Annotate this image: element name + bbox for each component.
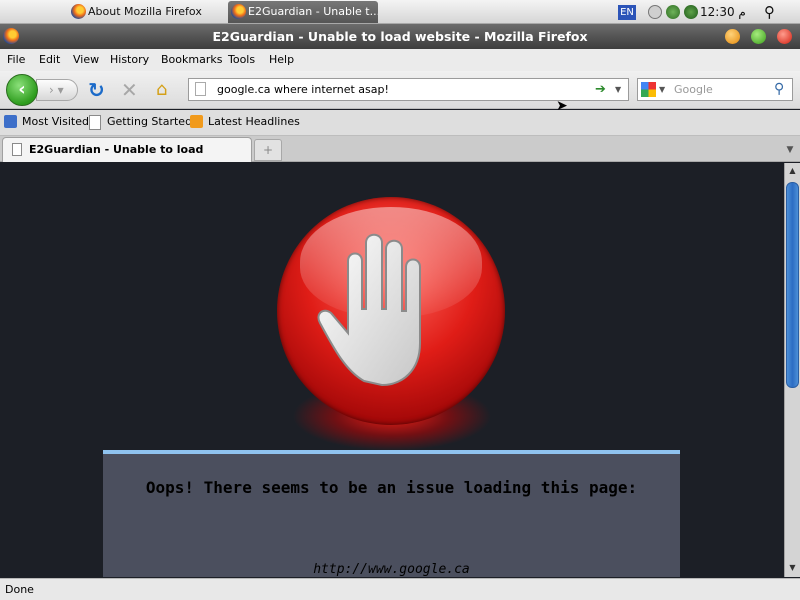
scroll-down-icon[interactable]: ▼ [785, 560, 800, 576]
bookmark-label: Latest Headlines [208, 115, 300, 128]
search-magnifier-icon[interactable]: ⚲ [774, 79, 784, 100]
page-icon [12, 143, 22, 156]
blocked-url[interactable]: http://www.google.ca [103, 562, 680, 577]
menu-edit[interactable]: Edit [39, 49, 60, 71]
bookmark-label: Getting Started [107, 115, 193, 128]
tab-strip: E2Guardian - Unable to load website + ▼ [0, 136, 800, 179]
firefox-icon [3, 28, 19, 44]
search-engine-dropdown-icon[interactable]: ▼ [659, 79, 665, 100]
go-arrow-icon[interactable]: ➔ [595, 79, 606, 100]
reload-icon: ↻ [88, 78, 105, 102]
language-indicator[interactable]: EN [618, 5, 636, 20]
google-icon[interactable] [641, 82, 656, 97]
error-message: Oops! There seems to be an issue loading… [145, 478, 638, 497]
url-text[interactable]: google.ca where internet asap! [217, 79, 389, 100]
stop-button[interactable]: ✕ [121, 80, 143, 100]
tab-e2guardian[interactable]: E2Guardian - Unable to load website [2, 137, 252, 179]
new-tab-button[interactable]: + [254, 139, 282, 161]
system-tab-about-firefox[interactable]: About Mozilla Firefox [68, 1, 220, 23]
bookmark-latest-headlines[interactable]: Latest Headlines [190, 110, 300, 134]
back-button[interactable]: ‹ [6, 74, 38, 106]
bookmarks-toolbar: Most Visited Getting Started Latest Head… [0, 110, 800, 136]
scroll-up-icon[interactable]: ▲ [785, 163, 800, 179]
smart-bookmark-icon [4, 115, 17, 128]
close-button[interactable] [777, 29, 792, 44]
bookmark-most-visited[interactable]: Most Visited [4, 110, 89, 134]
tray-globe-icon[interactable] [684, 5, 698, 19]
navigation-toolbar: › ▾ ‹ ↻ ✕ ⌂ google.ca where internet asa… [0, 71, 800, 109]
menu-tools[interactable]: Tools [228, 49, 255, 71]
minimize-button[interactable] [725, 29, 740, 44]
system-menu-bar: About Mozilla Firefox E2Guardian - Unabl… [0, 0, 800, 24]
vertical-scrollbar[interactable]: ▲ ▼ [784, 163, 800, 577]
hand-icon [317, 233, 421, 387]
search-bar[interactable]: ▼ Google ⚲ [637, 78, 793, 101]
system-tab-label: E2Guardian - Unable t... [248, 5, 378, 18]
page-icon [195, 82, 206, 96]
apple-icon[interactable] [18, 3, 34, 21]
error-panel: Oops! There seems to be an issue loading… [103, 450, 680, 577]
stop-icon: ✕ [121, 78, 138, 102]
tray-network-icon[interactable] [666, 5, 680, 19]
status-bar: Done [0, 578, 800, 600]
firefox-icon [231, 4, 246, 19]
tray-smiley-icon[interactable] [648, 5, 662, 19]
forward-button[interactable]: › ▾ [36, 79, 78, 101]
rss-feed-icon [190, 115, 203, 128]
reload-button[interactable]: ↻ [88, 80, 110, 100]
menu-bar: File Edit View History Bookmarks Tools H… [0, 49, 800, 71]
menu-help[interactable]: Help [269, 49, 294, 71]
spotlight-search-icon[interactable]: ⚲ [764, 3, 782, 21]
maximize-button[interactable] [751, 29, 766, 44]
bookmark-label: Most Visited [22, 115, 89, 128]
back-icon: ‹ [18, 79, 26, 100]
search-input[interactable]: Google [674, 79, 713, 100]
window-title-bar: E2Guardian - Unable to load website - Mo… [0, 24, 800, 49]
menu-history[interactable]: History [110, 49, 149, 71]
home-icon: ⌂ [156, 79, 168, 100]
menu-view[interactable]: View [73, 49, 99, 71]
bookmark-getting-started[interactable]: Getting Started [89, 110, 192, 134]
page-content: Oops! There seems to be an issue loading… [0, 163, 784, 577]
scrollbar-thumb[interactable] [786, 182, 799, 388]
system-tab-label: About Mozilla Firefox [88, 5, 202, 18]
url-dropdown-icon[interactable]: ▼ [615, 79, 621, 100]
menu-file[interactable]: File [7, 49, 25, 71]
list-all-tabs-icon[interactable]: ▼ [782, 139, 798, 161]
firefox-icon [71, 4, 86, 19]
system-tab-e2guardian[interactable]: E2Guardian - Unable t... [228, 1, 378, 23]
status-text: Done [5, 583, 34, 596]
clock[interactable]: 12:30 م [700, 5, 750, 20]
page-icon [89, 115, 101, 130]
window-title: E2Guardian - Unable to load website - Mo… [212, 29, 588, 44]
home-button[interactable]: ⌂ [156, 80, 178, 100]
menu-bookmarks[interactable]: Bookmarks [161, 49, 222, 71]
